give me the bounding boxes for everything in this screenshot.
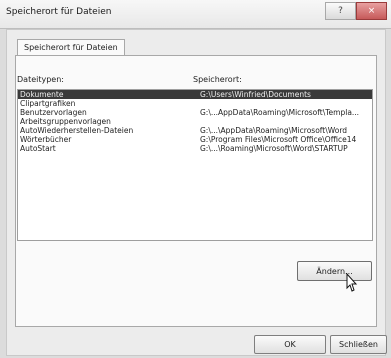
file-type-label: Wörterbücher xyxy=(20,135,72,144)
list-item[interactable]: Benutzervorlagen G:\...AppData\Roaming\Mi… xyxy=(18,108,372,117)
file-type-label: Clipartgrafiken xyxy=(20,99,76,108)
change-button[interactable]: Ändern... xyxy=(297,261,372,281)
file-location-path: G:\...\AppData\Roaming\Microsoft\Word xyxy=(200,126,348,135)
file-type-label: Arbeitsgruppenvorlagen xyxy=(20,117,111,126)
file-type-label: Dokumente xyxy=(20,90,64,99)
close-button[interactable]: Schließen xyxy=(330,335,387,354)
list-item[interactable]: Dokumente G:\Users\Winfried\Documents xyxy=(18,90,372,99)
file-location-path: G:\...AppData\Roaming\Microsoft\Templa..… xyxy=(200,108,360,117)
window-controls: ? × xyxy=(325,2,387,20)
window-title: Speicherort für Dateien xyxy=(6,7,112,17)
file-type-label: AutoWiederherstellen-Dateien xyxy=(20,126,134,135)
file-location-path: G:\Program Files\Microsoft Office\Office… xyxy=(200,135,357,144)
file-type-label: AutoStart xyxy=(20,144,56,153)
ok-button[interactable]: OK xyxy=(254,335,326,354)
list-item[interactable]: Arbeitsgruppenvorlagen xyxy=(18,117,372,126)
title-bar: Speicherort für Dateien ? × xyxy=(0,0,391,29)
list-item[interactable]: Wörterbücher G:\Program Files\Microsoft O… xyxy=(18,135,372,144)
mouse-cursor-icon xyxy=(346,273,358,292)
file-location-path: G:\...\Roaming\Microsoft\Word\STARTUP xyxy=(200,144,348,153)
list-item[interactable]: AutoStart G:\...\Roaming\Microsoft\Word\S… xyxy=(18,144,372,153)
list-item[interactable]: AutoWiederherstellen-Dateien G:\...\AppDa… xyxy=(18,126,372,135)
list-item[interactable]: Clipartgrafiken xyxy=(18,99,372,108)
file-location-list[interactable]: Dokumente G:\Users\Winfried\Documents Clip… xyxy=(17,89,373,241)
tab-speicherort[interactable]: Speicherort für Dateien xyxy=(17,39,125,56)
column-header-speicherort: Speicherort: xyxy=(193,75,242,84)
close-window-button[interactable]: × xyxy=(356,2,387,20)
help-button[interactable]: ? xyxy=(325,2,356,20)
column-header-dateitypen: Dateitypen: xyxy=(17,75,64,84)
file-type-label: Benutzervorlagen xyxy=(20,108,87,117)
file-location-path: G:\Users\Winfried\Documents xyxy=(200,90,311,99)
dialog-body: Speicherort für Dateien Dateitypen: Spei… xyxy=(6,29,386,356)
